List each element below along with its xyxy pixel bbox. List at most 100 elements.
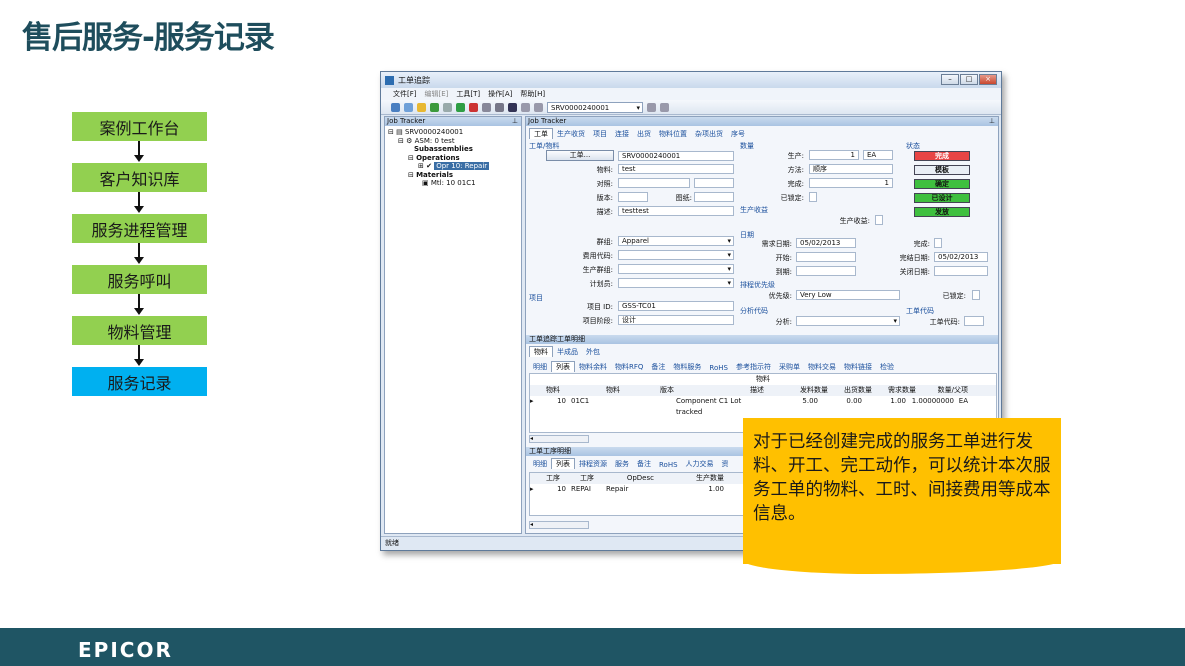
tab-opr-memo[interactable]: 备注	[633, 459, 655, 469]
menu-edit[interactable]: 编辑[E]	[425, 89, 449, 99]
part-field[interactable]: test	[618, 164, 734, 174]
yield-checkbox[interactable]	[875, 215, 883, 225]
folder-icon[interactable]	[417, 102, 426, 112]
start-date-field[interactable]	[796, 252, 856, 262]
closed-date-field[interactable]	[934, 266, 988, 276]
drawing-field[interactable]	[694, 192, 734, 202]
tab-mtl-refdes[interactable]: 参考指示符	[732, 362, 775, 372]
copy-icon[interactable]	[482, 102, 491, 112]
tree-node-operations[interactable]: ⊟ Operations	[388, 154, 518, 163]
menu-help[interactable]: 帮助[H]	[520, 89, 545, 99]
tree-node-materials[interactable]: ⊟ Materials	[388, 171, 518, 180]
flow-step-case-workbench[interactable]: 案例工作台	[72, 112, 207, 141]
save-icon[interactable]	[430, 102, 439, 112]
flow-step-service-call[interactable]: 服务呼叫	[72, 265, 207, 294]
job-code-field[interactable]	[964, 316, 984, 326]
tab-opr-list[interactable]: 列表	[551, 458, 575, 469]
tab-job[interactable]: 工单	[529, 128, 553, 139]
status-template-button[interactable]: 模板	[914, 165, 970, 175]
tab-project[interactable]: 项目	[589, 129, 611, 139]
table-row[interactable]: ▸ 10 01C1 Component C1 Lot tracked 5.00 …	[530, 396, 996, 416]
minimize-icon[interactable]: –	[941, 74, 959, 85]
pin-icon[interactable]: ⊥	[512, 117, 518, 126]
complete-qty-field[interactable]: 1	[809, 178, 893, 188]
tab-link[interactable]: 连接	[611, 129, 633, 139]
close-icon[interactable]: ×	[979, 74, 997, 85]
tree-node-mtl[interactable]: ▣ Mtl: 10 01C1	[388, 179, 518, 188]
tab-opr-resources[interactable]: 排程资源	[575, 459, 611, 469]
prod-uom-field[interactable]: EA	[863, 150, 893, 160]
menu-file[interactable]: 文件[F]	[393, 89, 417, 99]
locked-checkbox[interactable]	[809, 192, 817, 202]
tab-mtl-trans[interactable]: 物料交易	[804, 362, 840, 372]
operation-scrollbar[interactable]: ◂	[529, 521, 589, 529]
tab-mtl-po[interactable]: 采购单	[775, 362, 804, 372]
tab-opr-service[interactable]: 服务	[611, 459, 633, 469]
prev-record-icon[interactable]	[534, 102, 543, 112]
delete-icon[interactable]	[469, 102, 478, 112]
prod-qty-field[interactable]: 1	[809, 150, 859, 160]
tab-mtl-service[interactable]: 物料服务	[669, 362, 705, 372]
tab-subcontract[interactable]: 外包	[582, 347, 604, 357]
prod-team-select[interactable]	[618, 264, 734, 274]
description-field[interactable]: testtest	[618, 206, 734, 216]
menu-tools[interactable]: 工具[T]	[456, 89, 480, 99]
tree-node-asm[interactable]: ⊟ ⚙ ASM: 0 test	[388, 137, 518, 146]
analysis-select[interactable]	[796, 316, 900, 326]
refresh-icon[interactable]	[456, 102, 465, 112]
status-released-button[interactable]: 发放	[914, 207, 970, 217]
tab-mtl-list[interactable]: 列表	[551, 361, 575, 372]
method-field[interactable]: 顺序	[809, 164, 893, 174]
tab-subassemblies[interactable]: 半成品	[553, 347, 582, 357]
revision-field[interactable]	[618, 192, 648, 202]
flow-step-service-record[interactable]: 服务记录	[72, 367, 207, 396]
tab-mtl-rfq[interactable]: 物料RFQ	[611, 362, 647, 372]
new-icon[interactable]	[391, 102, 400, 112]
tree-node-subassemblies[interactable]: Subassemblies	[388, 145, 518, 154]
tab-materials[interactable]: 物料	[529, 346, 553, 357]
tab-mtl-inspect[interactable]: 检验	[876, 362, 898, 372]
tab-mtl-scrap[interactable]: 物料余料	[575, 362, 611, 372]
project-phase-field[interactable]: 设计	[618, 315, 734, 325]
maximize-icon[interactable]: □	[960, 74, 978, 85]
menu-actions[interactable]: 操作[A]	[488, 89, 512, 99]
tab-mtl-rohs[interactable]: RoHS	[705, 364, 732, 372]
material-scrollbar[interactable]: ◂	[529, 435, 589, 443]
tab-receipt[interactable]: 生产收货	[553, 129, 589, 139]
tab-mtl-link[interactable]: 物料链接	[840, 362, 876, 372]
group-select[interactable]: Apparel	[618, 236, 734, 246]
status-engineered-button[interactable]: 已设计	[914, 193, 970, 203]
flow-step-knowledge-base[interactable]: 客户知识库	[72, 163, 207, 192]
status-firm-button[interactable]: 确定	[914, 179, 970, 189]
tab-opr-rohs[interactable]: RoHS	[655, 461, 682, 469]
required-date-field[interactable]: 05/02/2013	[796, 238, 856, 248]
tab-serial[interactable]: 序号	[727, 129, 749, 139]
undo-icon[interactable]	[443, 102, 452, 112]
done-checkbox[interactable]	[934, 238, 942, 248]
paste-icon[interactable]	[495, 102, 504, 112]
job-number-field[interactable]: SRV0000240001	[618, 151, 734, 161]
job-selector[interactable]: SRV0000240001	[547, 101, 643, 113]
cost-code-select[interactable]	[618, 250, 734, 260]
project-id-field[interactable]: GSS-TC01	[618, 301, 734, 311]
tab-misc-shipment[interactable]: 杂项出货	[691, 129, 727, 139]
job-button[interactable]: 工单...	[546, 150, 614, 161]
tree-node-job[interactable]: ⊟ ▤ SRV0000240001	[388, 128, 518, 137]
search-icon[interactable]	[508, 102, 517, 112]
open-icon[interactable]	[404, 102, 413, 112]
priority-field[interactable]: Very Low	[796, 290, 900, 300]
tab-part-location[interactable]: 物料位置	[655, 129, 691, 139]
tab-mtl-memo[interactable]: 备注	[647, 362, 669, 372]
tab-opr-more[interactable]: 资	[718, 459, 733, 469]
tree-node-opr[interactable]: ⊞ ✔ Opr 10: Repair	[388, 162, 518, 171]
next-record-icon[interactable]	[647, 102, 656, 112]
locked2-checkbox[interactable]	[972, 290, 980, 300]
tab-shipment[interactable]: 出货	[633, 129, 655, 139]
planner-select[interactable]	[618, 278, 734, 288]
pin-icon[interactable]: ⊥	[989, 117, 995, 126]
tab-opr-detail[interactable]: 明细	[529, 459, 551, 469]
tab-opr-labor[interactable]: 人力交易	[682, 459, 718, 469]
tab-mtl-detail[interactable]: 明细	[529, 362, 551, 372]
last-record-icon[interactable]	[660, 102, 669, 112]
close-date-field[interactable]: 05/02/2013	[934, 252, 988, 262]
